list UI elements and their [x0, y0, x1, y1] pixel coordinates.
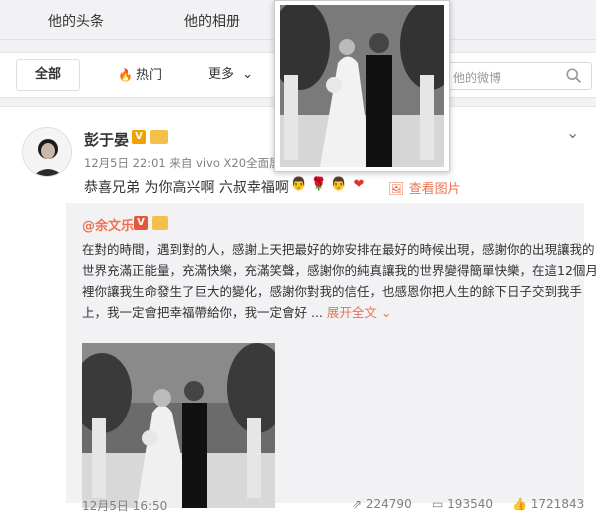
comment-button[interactable]: ▭ 193540	[432, 497, 493, 511]
see-image-link[interactable]: 🖼 查看图片	[388, 178, 461, 197]
share-icon: ⇗	[352, 497, 363, 511]
repost-text: 在對的時間，遇到對的人，感謝上天把最好的妳安排在最好的時候出現，感謝你的出現讓我…	[82, 239, 596, 323]
tab-album[interactable]: 他的相册	[184, 11, 240, 31]
wedding-photo[interactable]	[82, 343, 275, 508]
tab-headlines[interactable]: 他的头条	[48, 11, 104, 31]
chevron-down-icon[interactable]: ⌄	[566, 123, 579, 142]
post-text: 恭喜兄弟 为你高兴啊 六叔幸福啊	[84, 180, 289, 196]
like-icon: 👍	[512, 497, 527, 511]
chevron-down-icon: ⌄	[242, 67, 254, 82]
filter-all[interactable]: 全部	[16, 59, 80, 91]
emoji-row: 👨 🌹 👨 ❤	[290, 173, 370, 193]
repost-line: 裡你讓我生命發生了巨大的變化，感謝你對我的信任，也感恩你把人生的餘下日子交到我手	[82, 284, 583, 299]
filter-hot[interactable]: 🔥 热门	[118, 53, 162, 97]
post-meta: 12月5日 22:01 来自 vivo X20全面屏	[84, 156, 281, 170]
repost-username[interactable]: @余文乐	[82, 215, 134, 234]
emoji-heart-icon: ❤	[353, 177, 365, 192]
image-preview-popup	[274, 0, 450, 172]
level-badge-icon	[152, 216, 168, 230]
image-icon: 🖼	[388, 182, 405, 197]
search-input[interactable]: 他的微博	[453, 69, 501, 86]
chevron-down-icon: ⌄	[380, 305, 392, 320]
emoji-man-icon: 👨	[290, 177, 308, 192]
repost-button[interactable]: ⇗ 224790	[352, 497, 412, 511]
emoji-man-icon: 👨	[330, 177, 348, 192]
filter-more[interactable]: 更多 ⌄	[208, 53, 253, 97]
post-footer: 12月5日 16:50 ⇗ 224790 ▭ 193540 👍 1721843	[0, 493, 596, 523]
like-button[interactable]: 👍 1721843	[512, 497, 584, 511]
filter-hot-label: 热门	[135, 68, 162, 83]
like-count: 1721843	[530, 497, 585, 511]
emoji-rose-icon: 🌹	[310, 177, 328, 192]
level-badge-icon	[150, 130, 168, 144]
see-image-label: 查看图片	[408, 182, 461, 197]
vip-badge: V	[132, 130, 146, 144]
repost-date: 12月5日 16:50	[82, 499, 168, 513]
avatar[interactable]	[22, 127, 72, 177]
filter-more-label: 更多	[208, 67, 235, 82]
repost-line: 世界充滿正能量，充滿快樂，充滿笑聲，感謝你的純真讓我的世界變得簡單快樂，在這12…	[82, 263, 596, 278]
flame-icon: 🔥	[118, 68, 133, 82]
vip-badge: V	[134, 216, 148, 230]
repost-box: @余文乐 V 在對的時間，遇到對的人，感謝上天把最好的妳安排在最好的時候出現，感…	[66, 203, 596, 508]
username[interactable]: 彭于晏	[84, 129, 129, 150]
expand-link[interactable]: 展开全文	[327, 305, 377, 320]
repost-line-last: 上，我一定會把幸福帶給你，我一定會好 ... 展开全文 ⌄	[82, 302, 582, 323]
preview-photo[interactable]	[280, 5, 444, 167]
comment-count: 193540	[447, 497, 493, 511]
search-box[interactable]: 他的微博	[440, 62, 592, 90]
search-icon[interactable]	[565, 67, 583, 85]
repost-count: 224790	[365, 497, 412, 511]
repost-line: 上，我一定會把幸福帶給你，我一定會好 ...	[82, 305, 323, 320]
repost-line: 在對的時間，遇到對的人，感謝上天把最好的妳安排在最好的時候出現，感謝你的出現讓我…	[82, 242, 595, 257]
comment-icon: ▭	[432, 497, 444, 511]
